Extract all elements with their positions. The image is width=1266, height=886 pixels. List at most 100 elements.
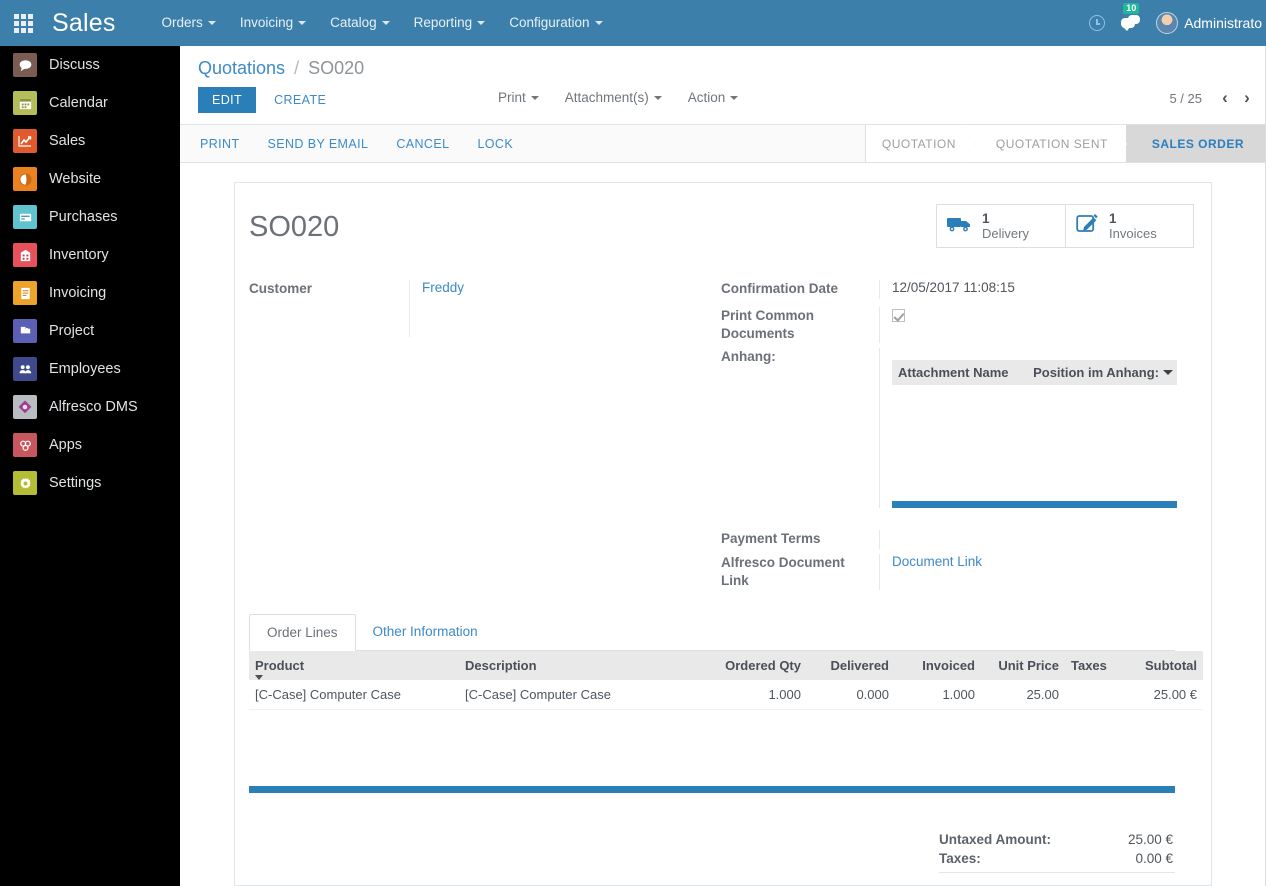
edit-button[interactable]: EDIT <box>198 87 257 113</box>
attachments-dropdown[interactable]: Attachment(s) <box>565 90 662 105</box>
tab-other-information[interactable]: Other Information <box>356 614 495 651</box>
settings-icon <box>13 471 37 495</box>
table-row[interactable]: [C-Case] Computer Case [C-Case] Computer… <box>249 679 1203 710</box>
column-header-description[interactable]: Description <box>459 650 695 680</box>
chevron-down-icon <box>530 96 539 101</box>
sidebar-item-sales[interactable]: Sales <box>0 122 180 160</box>
order-lines-empty-space <box>249 710 1175 786</box>
menu-orders[interactable]: Orders <box>150 0 228 46</box>
field-confirmation-date: Confirmation Date 12/05/2017 11:08:15 <box>721 280 1175 299</box>
attachment-subtable: Attachment Name Position im Anhang: <box>892 359 1177 508</box>
column-header-product[interactable]: Product <box>249 650 459 680</box>
cell-invoiced: 1.000 <box>895 679 981 710</box>
menu-configuration[interactable]: Configuration <box>497 0 614 46</box>
cell-product: [C-Case] Computer Case <box>249 679 459 710</box>
breadcrumb-current: SO020 <box>308 58 365 78</box>
control-panel: Quotations / SO020 EDIT CREATE Print Att… <box>180 46 1266 125</box>
anhang-value: Attachment Name Position im Anhang: <box>879 347 1177 508</box>
confirmation-date-label: Confirmation Date <box>721 281 839 296</box>
menu-reporting-label: Reporting <box>413 15 473 30</box>
menu-catalog[interactable]: Catalog <box>318 0 402 46</box>
sidebar-item-label: Inventory <box>49 247 109 263</box>
field-group-right: Confirmation Date 12/05/2017 11:08:15 Pr… <box>712 280 1177 595</box>
untaxed-amount-label: Untaxed Amount: <box>939 831 1051 847</box>
project-icon <box>13 319 37 343</box>
cancel-button[interactable]: CANCEL <box>382 137 463 151</box>
column-header-taxes[interactable]: Taxes <box>1065 650 1135 680</box>
status-sales-order[interactable]: SALES ORDER <box>1125 125 1266 162</box>
untaxed-amount-value: 25.00 € <box>1127 831 1173 847</box>
action-dropdown-label: Action <box>687 90 726 105</box>
taxes-label: Taxes: <box>939 850 981 866</box>
chevron-down-icon <box>653 96 662 101</box>
sidebar-item-apps[interactable]: Apps <box>0 426 180 464</box>
sales-icon <box>13 129 37 153</box>
print-button[interactable]: PRINT <box>180 137 254 151</box>
status-bar: PRINT SEND BY EMAIL CANCEL LOCK QUOTATIO… <box>180 125 1266 163</box>
cell-delivered: 0.000 <box>807 679 895 710</box>
app-sidebar: Discuss Calendar Sales Website Purchases… <box>0 46 180 886</box>
app-brand-title[interactable]: Sales <box>52 0 116 46</box>
status-quotation-sent[interactable]: QUOTATION SENT <box>973 125 1127 163</box>
menu-invoicing[interactable]: Invoicing <box>228 0 318 46</box>
print-dropdown[interactable]: Print <box>498 90 539 105</box>
attachment-subtable-footer-bar <box>892 500 1177 508</box>
column-header-invoiced[interactable]: Invoiced <box>895 650 981 680</box>
send-by-email-button[interactable]: SEND BY EMAIL <box>254 137 383 151</box>
total-taxes: Taxes: 0.00 € <box>939 849 1175 868</box>
messages-icon[interactable]: 10 <box>1114 0 1148 46</box>
sidebar-item-employees[interactable]: Employees <box>0 350 180 388</box>
sidebar-item-label: Invoicing <box>49 285 107 301</box>
column-header-ordered-qty[interactable]: Ordered Qty <box>695 650 807 680</box>
clock-icon[interactable] <box>1080 0 1114 46</box>
cell-taxes <box>1065 679 1135 710</box>
print-common-documents-checkbox[interactable] <box>892 308 905 322</box>
sidebar-item-calendar[interactable]: Calendar <box>0 84 180 122</box>
sidebar-item-settings[interactable]: Settings <box>0 464 180 502</box>
sidebar-item-label: Sales <box>49 133 86 149</box>
column-header-unit-price[interactable]: Unit Price <box>981 650 1065 680</box>
column-header-subtotal[interactable]: Subtotal <box>1135 650 1203 680</box>
delivery-smart-button[interactable]: 1 Delivery <box>937 205 1065 248</box>
create-button[interactable]: CREATE <box>264 87 336 113</box>
sidebar-item-invoicing[interactable]: Invoicing <box>0 274 180 312</box>
form-view: 1 Delivery 1 Invoices SO020 Customer Fre… <box>180 163 1266 886</box>
lock-button[interactable]: LOCK <box>463 137 527 151</box>
field-group-left: Customer Freddy <box>249 280 712 595</box>
menu-reporting[interactable]: Reporting <box>402 0 498 46</box>
apps-grid-icon[interactable] <box>0 0 46 46</box>
alfresco-document-link-value[interactable]: Document Link <box>879 553 1175 590</box>
column-options-caret-icon[interactable] <box>1163 369 1173 375</box>
customer-value[interactable]: Freddy <box>409 280 712 337</box>
sidebar-item-label: Website <box>49 171 102 187</box>
cell-description: [C-Case] Computer Case <box>459 679 695 710</box>
invoicing-icon <box>13 281 37 305</box>
sidebar-item-purchases[interactable]: Purchases <box>0 198 180 236</box>
sidebar-item-alfresco-dms[interactable]: Alfresco DMS <box>0 388 180 426</box>
breadcrumb-quotations[interactable]: Quotations <box>198 58 285 78</box>
sidebar-item-inventory[interactable]: Inventory <box>0 236 180 274</box>
pager-next-button[interactable]: › <box>1236 88 1258 108</box>
action-dropdown[interactable]: Action <box>688 90 739 105</box>
tab-order-lines[interactable]: Order Lines <box>249 613 356 651</box>
status-quotation[interactable]: QUOTATION <box>865 125 975 163</box>
sidebar-item-website[interactable]: Website <box>0 160 180 198</box>
control-panel-dropdowns: Print Attachment(s) Action <box>498 90 764 105</box>
column-header-delivered[interactable]: Delivered <box>807 650 895 680</box>
pager-previous-button[interactable]: ‹ <box>1214 88 1236 108</box>
total-untaxed-amount: Untaxed Amount: 25.00 € <box>939 830 1175 849</box>
field-anhang: Anhang: Attachment Name Position im Anha… <box>721 347 1177 508</box>
invoices-label: Invoices <box>1109 225 1157 241</box>
table-header-row: Product Description Ordered Qty Delivere… <box>249 650 1203 680</box>
payment-terms-value[interactable] <box>879 529 1175 549</box>
user-menu[interactable]: Administrato <box>1148 12 1266 34</box>
notebook-tabs: Order Lines Other Information <box>249 613 1175 651</box>
avatar <box>1156 12 1179 34</box>
control-panel-buttons: EDIT CREATE <box>198 87 336 113</box>
sidebar-item-project[interactable]: Project <box>0 312 180 350</box>
invoices-smart-button[interactable]: 1 Invoices <box>1065 205 1193 248</box>
delivery-count: 1 <box>982 211 990 226</box>
sidebar-item-label: Purchases <box>49 209 118 225</box>
sidebar-item-discuss[interactable]: Discuss <box>0 46 180 84</box>
pencil-square-icon <box>1076 213 1100 239</box>
